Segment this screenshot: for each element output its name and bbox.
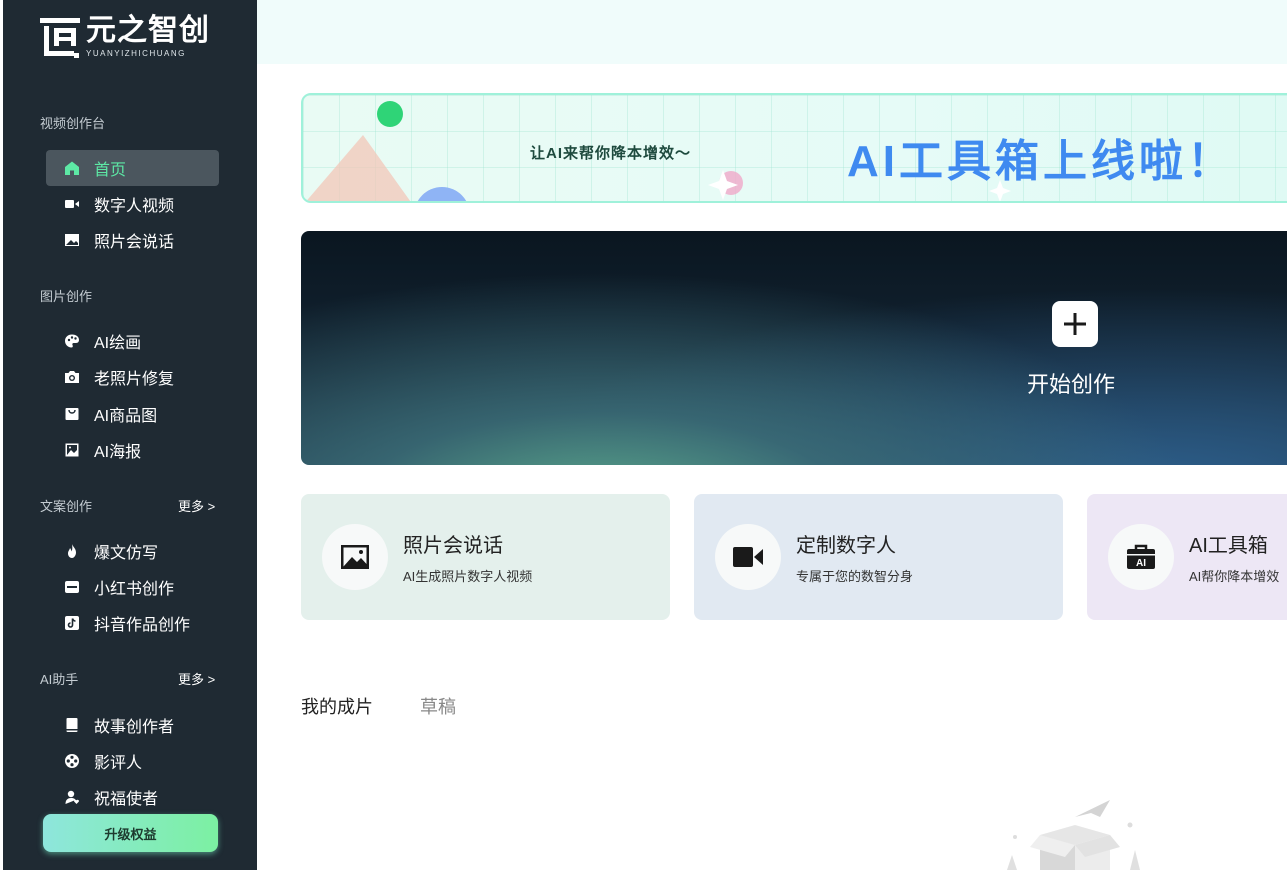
sidebar-item-digital-human-video[interactable]: 数字人视频: [46, 186, 219, 222]
brand-logo[interactable]: 元之智创 YUANYIZHICHUANG: [40, 14, 210, 58]
section-title-image: 图片创作: [40, 289, 93, 304]
promo-banner[interactable]: 让AI来帮你降本增效～ AI工具箱上线啦！: [301, 93, 1287, 203]
home-icon: [64, 160, 80, 176]
sidebar-item-film-critic[interactable]: 影评人: [46, 743, 219, 779]
sidebar-item-ai-painting[interactable]: AI绘画: [46, 323, 219, 359]
sidebar-item-photo-talk[interactable]: 照片会说话: [46, 222, 219, 258]
sidebar-item-douyin[interactable]: 抖音作品创作: [46, 605, 219, 641]
sidebar-item-label: AI绘画: [94, 335, 142, 352]
svg-text:AI: AI: [1136, 558, 1146, 569]
sidebar-item-old-photo-repair[interactable]: 老照片修复: [46, 359, 219, 395]
sidebar-item-label: 小红书创作: [94, 581, 175, 598]
video-camera-icon: [64, 196, 80, 212]
copywriting-more-link[interactable]: 更多 >: [178, 496, 215, 515]
sidebar-item-ai-poster[interactable]: AI海报: [46, 432, 219, 468]
tab-my-videos[interactable]: 我的成片: [301, 693, 373, 719]
section-title-ai-assistant: AI助手: [40, 672, 79, 687]
sidebar-item-label: 数字人视频: [94, 198, 175, 215]
photo-talk-icon: [322, 524, 388, 590]
video-camera-icon: [715, 524, 781, 590]
sidebar-item-xiaohongshu[interactable]: 小红书创作: [46, 569, 219, 605]
sidebar-item-label: 祝福使者: [94, 791, 159, 808]
tab-drafts[interactable]: 草稿: [420, 693, 456, 719]
start-creation-label: 开始创作: [1027, 372, 1116, 397]
sidebar: 元之智创 YUANYIZHICHUANG 视频创作台 首页 数字人视频 照片会说…: [3, 0, 257, 870]
sidebar-item-label: 老照片修复: [94, 371, 175, 388]
card-custom-digital-human[interactable]: 定制数字人 专属于您的数智分身: [694, 494, 1063, 620]
logo-mark-icon: [40, 14, 80, 58]
film-reel-icon: [64, 753, 80, 769]
sidebar-item-label: 爆文仿写: [94, 545, 159, 562]
image-icon: [64, 232, 80, 248]
card-desc: AI帮你降本增效: [1189, 569, 1280, 584]
app-root: 元之智创 YUANYIZHICHUANG 视频创作台 首页 数字人视频 照片会说…: [0, 0, 1287, 870]
book-icon: [64, 717, 80, 733]
user-heart-icon: [64, 789, 80, 805]
card-title: 照片会说话: [403, 535, 503, 557]
empty-box-illustration: [995, 795, 1145, 870]
sidebar-item-label: 影评人: [94, 755, 143, 772]
sidebar-item-story-creator[interactable]: 故事创作者: [46, 707, 219, 743]
sidebar-item-label: AI海报: [94, 444, 142, 461]
sidebar-item-label: 抖音作品创作: [94, 617, 191, 634]
card-desc: 专属于您的数智分身: [796, 569, 914, 584]
top-bar: [257, 0, 1287, 64]
brand-name: 元之智创: [86, 13, 210, 47]
xiaohongshu-icon: [64, 579, 80, 595]
douyin-icon: [64, 615, 80, 631]
card-title: 定制数字人: [796, 535, 896, 557]
sidebar-item-label: 照片会说话: [94, 234, 175, 251]
picture-icon: [64, 442, 80, 458]
palette-icon: [64, 333, 80, 349]
card-desc: AI生成照片数字人视频: [403, 569, 533, 584]
plus-icon[interactable]: [1052, 301, 1098, 347]
fire-icon: [64, 543, 80, 559]
upgrade-button[interactable]: 升级权益: [43, 814, 218, 852]
sidebar-item-ai-product-image[interactable]: AI商品图: [46, 396, 219, 432]
section-title-video: 视频创作台: [40, 116, 106, 131]
sidebar-item-viral-rewrite[interactable]: 爆文仿写: [46, 533, 219, 569]
card-title: AI工具箱: [1189, 535, 1268, 557]
brand-name-en: YUANYIZHICHUANG: [86, 48, 186, 58]
card-ai-toolbox[interactable]: AI AI工具箱 AI帮你降本增效: [1087, 494, 1287, 620]
banner-subtitle: 让AI来帮你降本增效～: [530, 145, 692, 162]
banner-title: AI工具箱上线啦！: [847, 137, 1235, 186]
sidebar-item-label: AI商品图: [94, 408, 158, 425]
section-title-copywriting: 文案创作: [40, 499, 93, 514]
sidebar-item-label: 故事创作者: [94, 719, 175, 736]
sidebar-item-home[interactable]: 首页: [46, 150, 219, 186]
ai-assistant-more-link[interactable]: 更多 >: [178, 669, 215, 688]
card-photo-talk[interactable]: 照片会说话 AI生成照片数字人视频: [301, 494, 670, 620]
ai-toolbox-icon: AI: [1108, 524, 1174, 590]
shopping-bag-icon: [64, 406, 80, 422]
start-creation-panel[interactable]: 开始创作: [301, 231, 1287, 465]
sidebar-item-label: 首页: [94, 162, 127, 179]
sidebar-item-blessing-messenger[interactable]: 祝福使者: [46, 779, 219, 815]
camera-icon: [64, 369, 80, 385]
